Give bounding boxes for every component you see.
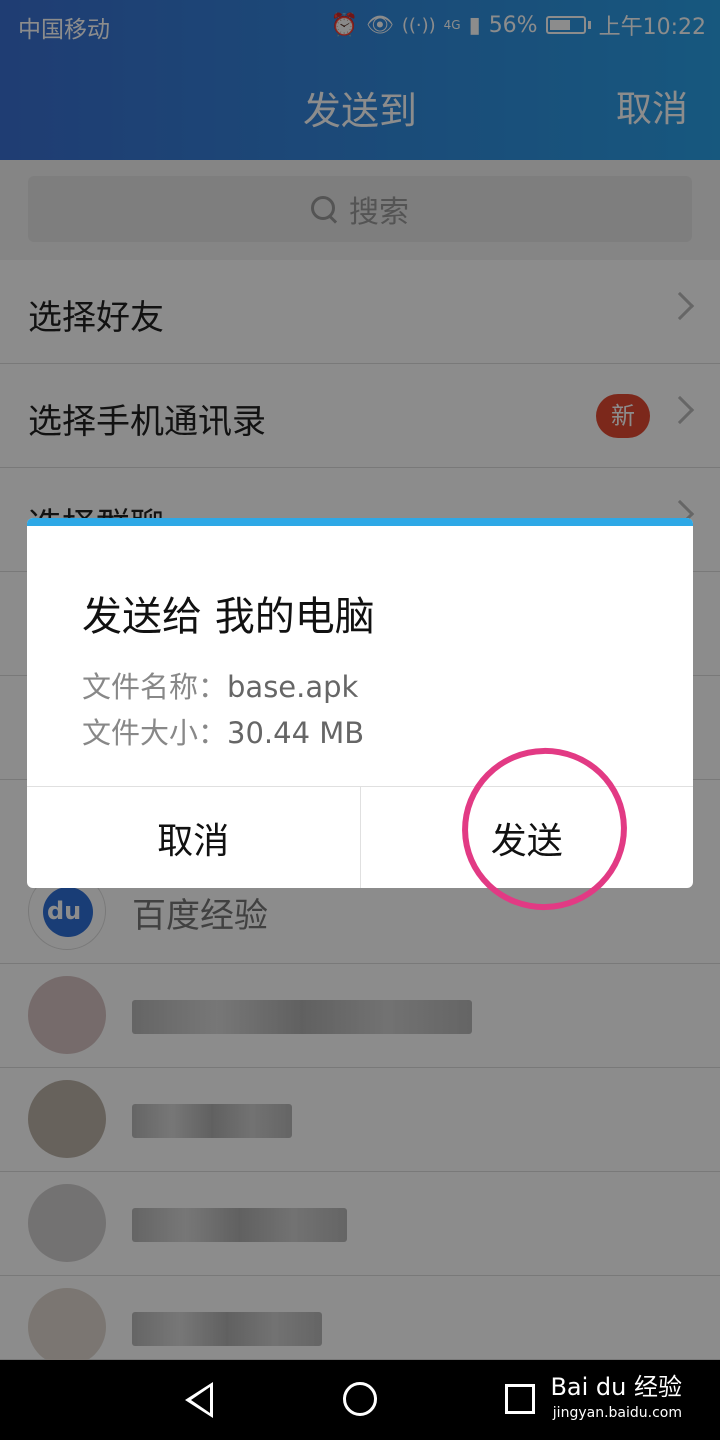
file-name-label: 文件名称： bbox=[82, 670, 228, 704]
system-nav-bar: Bai du 经验 jingyan.baidu.com bbox=[0, 1360, 720, 1440]
file-size-label: 文件大小： bbox=[82, 716, 228, 750]
file-size-value: 30.44 MB bbox=[227, 716, 365, 750]
recent-apps-icon[interactable] bbox=[505, 1384, 535, 1414]
file-size-line: 文件大小：30.44 MB bbox=[82, 710, 364, 752]
back-icon-inner bbox=[191, 1387, 210, 1413]
watermark-url: jingyan.baidu.com bbox=[552, 1405, 682, 1421]
dialog-accent-bar bbox=[27, 518, 693, 526]
file-name-value: base.apk bbox=[227, 670, 359, 704]
watermark: Bai du 经验 jingyan.baidu.com bbox=[550, 1374, 682, 1426]
watermark-brand: Bai du 经验 bbox=[550, 1373, 682, 1401]
dialog-title: 发送给 我的电脑 bbox=[82, 594, 375, 640]
file-name-line: 文件名称：base.apk bbox=[82, 664, 358, 706]
home-icon[interactable] bbox=[343, 1382, 377, 1416]
dialog-cancel-button[interactable]: 取消 bbox=[27, 787, 360, 888]
